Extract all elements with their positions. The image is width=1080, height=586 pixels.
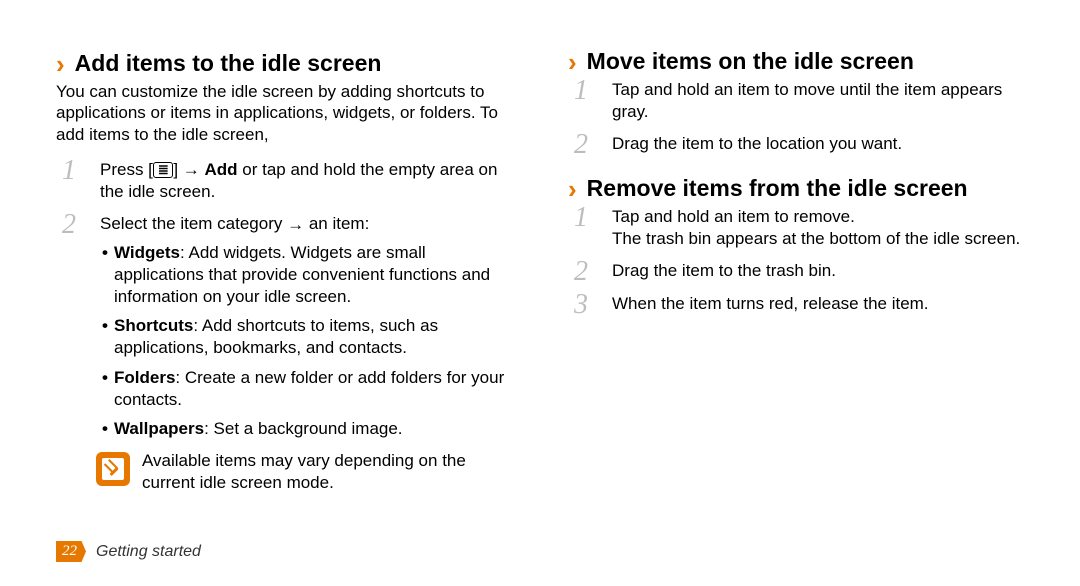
- wallpapers-label: Wallpapers: [114, 419, 204, 438]
- category-wallpapers: Wallpapers: Set a background image.: [102, 418, 512, 440]
- right-column: › Move items on the idle screen Tap and …: [568, 48, 1024, 494]
- shortcuts-label: Shortcuts: [114, 316, 193, 335]
- category-widgets: Widgets: Add widgets. Widgets are small …: [102, 242, 512, 308]
- note-icon: [96, 452, 130, 486]
- add-steps: Press [≣] → Add or tap and hold the empt…: [56, 159, 512, 440]
- add-intro-text: You can customize the idle screen by add…: [56, 81, 512, 145]
- step1-post: ] →: [173, 160, 204, 179]
- step2-pre: Select the item category: [100, 214, 287, 233]
- chevron-icon: ›: [568, 49, 577, 75]
- chevron-icon: ›: [56, 51, 65, 77]
- add-step-1: Press [≣] → Add or tap and hold the empt…: [80, 159, 512, 203]
- move-step-1: Tap and hold an item to move until the i…: [592, 79, 1024, 123]
- widgets-label: Widgets: [114, 243, 180, 262]
- move-steps: Tap and hold an item to move until the i…: [568, 79, 1024, 155]
- menu-key-icon: ≣: [153, 162, 173, 178]
- item-category-list: Widgets: Add widgets. Widgets are small …: [100, 242, 512, 440]
- chapter-title: Getting started: [96, 543, 201, 561]
- category-folders: Folders: Create a new folder or add fold…: [102, 367, 512, 411]
- move-step-2: Drag the item to the location you want.: [592, 133, 1024, 155]
- add-step-2: Select the item category → an item: Widg…: [80, 213, 512, 440]
- step1-pre: Press [: [100, 160, 153, 179]
- heading-move-items: › Move items on the idle screen: [568, 48, 1024, 75]
- remove-step-1a: Tap and hold an item to remove.: [612, 207, 855, 226]
- left-column: › Add items to the idle screen You can c…: [56, 48, 512, 494]
- remove-step-1b: The trash bin appears at the bottom of t…: [612, 229, 1020, 248]
- step2-post: an item:: [304, 214, 369, 233]
- folders-label: Folders: [114, 368, 175, 387]
- chevron-icon: ›: [568, 176, 577, 202]
- remove-step-2: Drag the item to the trash bin.: [592, 260, 1024, 282]
- page-number: 22: [56, 541, 86, 562]
- category-shortcuts: Shortcuts: Add shortcuts to items, such …: [102, 315, 512, 359]
- remove-steps: Tap and hold an item to remove. The tras…: [568, 206, 1024, 314]
- heading-add-items: › Add items to the idle screen: [56, 50, 512, 77]
- remove-step-1: Tap and hold an item to remove. The tras…: [592, 206, 1024, 250]
- remove-step-3: When the item turns red, release the ite…: [592, 293, 1024, 315]
- note-block: Available items may vary depending on th…: [96, 450, 512, 494]
- step1-bold: Add: [204, 160, 237, 179]
- note-text: Available items may vary depending on th…: [142, 450, 512, 494]
- heading-remove-items-text: Remove items from the idle screen: [587, 175, 968, 202]
- arrow-right-icon: →: [287, 214, 304, 236]
- page-footer: 22 Getting started: [56, 541, 201, 562]
- heading-remove-items: › Remove items from the idle screen: [568, 175, 1024, 202]
- heading-move-items-text: Move items on the idle screen: [587, 48, 914, 75]
- wallpapers-text: : Set a background image.: [204, 419, 402, 438]
- pen-icon: [105, 461, 121, 477]
- heading-add-items-text: Add items to the idle screen: [75, 50, 382, 77]
